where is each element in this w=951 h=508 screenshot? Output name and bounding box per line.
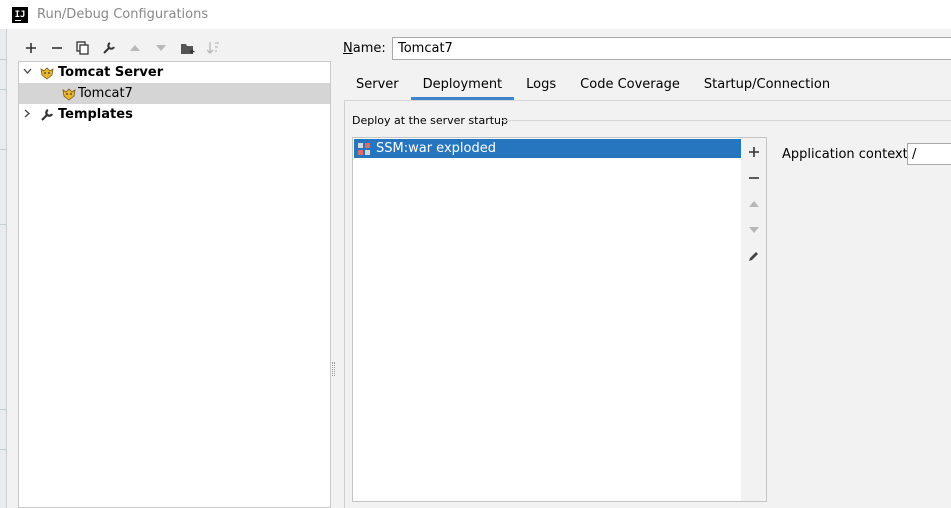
- new-folder-icon[interactable]: [174, 38, 200, 58]
- intellij-logo-icon: IJ: [12, 6, 28, 23]
- tree-item-label: Templates: [58, 107, 133, 122]
- name-label: Name:: [343, 41, 386, 56]
- remove-artifact-minus-icon[interactable]: [741, 166, 766, 190]
- group-title: Deploy at the server startup: [352, 114, 509, 127]
- artifact-list[interactable]: SSM:war exploded: [352, 137, 742, 502]
- move-down-icon[interactable]: [148, 38, 174, 58]
- edit-defaults-wrench-icon[interactable]: [96, 38, 122, 58]
- tab-bar: Server Deployment Logs Code Coverage Sta…: [344, 70, 842, 100]
- configuration-tree: Tomcat Server Tomcat7 Templates: [18, 61, 331, 508]
- artifact-icon: [358, 142, 370, 155]
- edit-artifact-pencil-icon[interactable]: [741, 244, 766, 268]
- move-down-icon[interactable]: [741, 218, 766, 242]
- tree-item-templates[interactable]: Templates: [19, 104, 330, 125]
- name-input[interactable]: [392, 37, 951, 60]
- tomcat-icon: [40, 66, 54, 80]
- wrench-icon: [41, 108, 53, 121]
- tab-logs[interactable]: Logs: [514, 70, 568, 100]
- tree-item-tomcat7[interactable]: Tomcat7: [19, 83, 330, 104]
- tab-startup-connection[interactable]: Startup/Connection: [692, 70, 842, 100]
- splitter-handle[interactable]: [332, 362, 335, 376]
- move-up-icon[interactable]: [122, 38, 148, 58]
- background-window-edge: [0, 29, 7, 508]
- artifact-label: SSM:war exploded: [376, 141, 496, 156]
- add-configuration-plus-icon[interactable]: [18, 38, 44, 58]
- artifact-toolbar: [741, 137, 767, 502]
- chevron-right-icon[interactable]: [23, 109, 33, 121]
- add-artifact-plus-icon[interactable]: [741, 140, 766, 164]
- sort-icon[interactable]: [200, 38, 226, 58]
- tab-code-coverage[interactable]: Code Coverage: [568, 70, 692, 100]
- tab-server[interactable]: Server: [344, 70, 411, 100]
- tree-item-label: Tomcat7: [78, 86, 133, 101]
- copy-configuration-icon[interactable]: [70, 38, 96, 58]
- chevron-down-icon[interactable]: [23, 67, 33, 79]
- move-up-icon[interactable]: [741, 192, 766, 216]
- window-title: Run/Debug Configurations: [37, 7, 209, 22]
- config-toolbar: [18, 38, 226, 58]
- tab-deployment[interactable]: Deployment: [410, 70, 515, 100]
- title-bar: IJ Run/Debug Configurations: [0, 0, 951, 29]
- artifact-item[interactable]: SSM:war exploded: [354, 139, 742, 158]
- application-context-label: Application context:: [782, 147, 913, 162]
- tree-item-label: Tomcat Server: [58, 65, 164, 80]
- tomcat-icon: [62, 87, 76, 101]
- tree-item-tomcat-server[interactable]: Tomcat Server: [19, 62, 330, 83]
- remove-configuration-minus-icon[interactable]: [44, 38, 70, 58]
- application-context-input[interactable]: [907, 143, 951, 165]
- group-separator: [502, 120, 951, 121]
